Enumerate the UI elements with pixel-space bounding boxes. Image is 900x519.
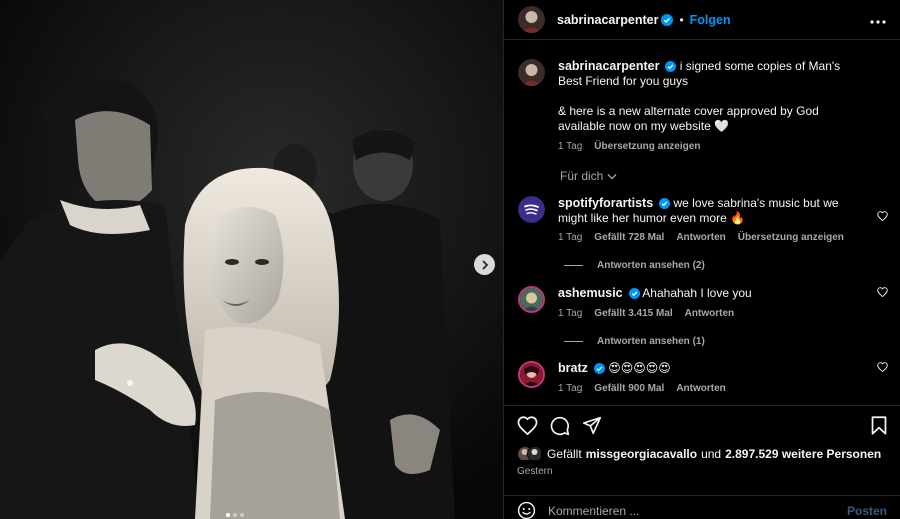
commenter-username[interactable]: spotifyforartists	[558, 196, 653, 210]
verified-badge-icon	[659, 198, 671, 209]
more-horizontal-icon	[870, 19, 886, 24]
likes-prefix: Gefällt	[547, 447, 582, 461]
author-avatar[interactable]	[518, 59, 545, 86]
comment-like-count[interactable]: Gefällt 728 Mal	[594, 232, 664, 243]
chevron-right-icon	[482, 260, 488, 269]
comment-like-button[interactable]	[877, 210, 888, 224]
liker-avatar	[527, 446, 543, 462]
replies-divider	[564, 341, 583, 342]
comment-text: Ahahahah I love you	[642, 286, 752, 300]
view-replies-button[interactable]: Antworten ansehen (2)	[564, 260, 886, 271]
comment-icon	[550, 416, 570, 435]
verified-badge-icon	[665, 61, 677, 72]
for-you-label: Für dich	[560, 169, 604, 183]
comment-item: spotifyforartists we love sabrina's musi…	[518, 196, 888, 243]
carousel-next-button[interactable]	[474, 254, 495, 275]
for-you-filter[interactable]: Für dich	[560, 169, 886, 183]
save-button[interactable]	[871, 416, 887, 435]
translate-link[interactable]: Übersetzung anzeigen	[594, 141, 700, 152]
commenter-username[interactable]: ashemusic	[558, 286, 623, 300]
replies-divider	[564, 265, 583, 266]
comments-list[interactable]: sabrinacarpenter i signed some copies of…	[504, 41, 900, 405]
verified-badge-icon	[593, 363, 605, 374]
post-comment-button[interactable]: Posten	[847, 504, 887, 518]
instagram-post-view: sabrinacarpenter • Folgen sabrinacarpent…	[0, 0, 900, 519]
header-separator: •	[679, 12, 684, 27]
heart-icon	[877, 287, 888, 298]
author-username[interactable]: sabrinacarpenter	[557, 13, 658, 27]
caption-username[interactable]: sabrinacarpenter	[558, 59, 659, 73]
comment-button[interactable]	[550, 416, 570, 436]
carousel-dot	[240, 513, 244, 517]
carousel-dot	[226, 513, 230, 517]
post-actions	[504, 405, 900, 445]
emoji-picker-button[interactable]	[517, 501, 536, 519]
chevron-down-icon	[607, 173, 617, 179]
view-replies-label: Antworten ansehen (2)	[597, 260, 705, 271]
likes-connector: und	[701, 447, 722, 461]
liker-username[interactable]: missgeorgiacavallo	[586, 447, 697, 461]
likes-count[interactable]: 2.897.529 weitere Personen	[725, 447, 881, 461]
comment-like-button[interactable]	[877, 361, 888, 375]
comment-item: ashemusic Ahahahah I love you 1 Tag Gefä…	[518, 286, 888, 319]
view-replies-button[interactable]: Antworten ansehen (1)	[564, 336, 886, 347]
carousel-dot	[233, 513, 237, 517]
post-date[interactable]: Gestern	[517, 466, 553, 477]
caption: sabrinacarpenter i signed some copies of…	[518, 59, 886, 152]
commenter-avatar[interactable]	[518, 361, 545, 388]
heart-icon	[517, 416, 538, 435]
view-replies-label: Antworten ansehen (1)	[597, 336, 705, 347]
comment-time[interactable]: 1 Tag	[558, 308, 582, 319]
reply-button[interactable]: Antworten	[685, 308, 734, 319]
like-button[interactable]	[517, 416, 538, 435]
caption-time[interactable]: 1 Tag	[558, 141, 582, 152]
comment-time[interactable]: 1 Tag	[558, 383, 582, 394]
comment-time[interactable]: 1 Tag	[558, 232, 582, 243]
reply-button[interactable]: Antworten	[676, 232, 725, 243]
post-photo	[0, 0, 503, 519]
verified-badge-icon	[628, 288, 640, 299]
translate-link[interactable]: Übersetzung anzeigen	[738, 232, 844, 243]
heart-icon	[877, 211, 888, 222]
post-sidebar: sabrinacarpenter • Folgen sabrinacarpent…	[503, 0, 900, 519]
comment-text: 😍😍😍😍😍	[608, 361, 671, 375]
caption-line-2: & here is a new alternate cover approved…	[558, 104, 819, 133]
follow-button[interactable]: Folgen	[690, 13, 731, 27]
comment-like-button[interactable]	[877, 286, 888, 300]
share-icon	[582, 416, 602, 435]
bookmark-icon	[871, 416, 887, 435]
commenter-avatar[interactable]	[518, 286, 545, 313]
share-button[interactable]	[582, 416, 602, 435]
post-media[interactable]	[0, 0, 503, 519]
commenter-username[interactable]: bratz	[558, 361, 588, 375]
author-avatar[interactable]	[518, 6, 545, 33]
comment-item: bratz 😍😍😍😍😍 1 Tag Gefällt 900 Mal Antwor…	[518, 361, 888, 394]
heart-icon	[877, 362, 888, 373]
reply-button[interactable]: Antworten	[676, 383, 725, 394]
post-header: sabrinacarpenter • Folgen	[504, 0, 900, 40]
comment-like-count[interactable]: Gefällt 900 Mal	[594, 383, 664, 394]
carousel-indicator	[226, 513, 244, 517]
verified-badge-icon	[661, 13, 674, 26]
comment-like-count[interactable]: Gefällt 3.415 Mal	[594, 308, 672, 319]
likes-summary[interactable]: Gefällt missgeorgiacavallo und 2.897.529…	[517, 446, 887, 462]
comment-input[interactable]	[548, 503, 847, 518]
commenter-avatar[interactable]	[518, 196, 545, 223]
comment-composer: Posten	[504, 495, 900, 519]
emoji-icon	[517, 501, 536, 519]
more-options-button[interactable]	[870, 13, 886, 27]
